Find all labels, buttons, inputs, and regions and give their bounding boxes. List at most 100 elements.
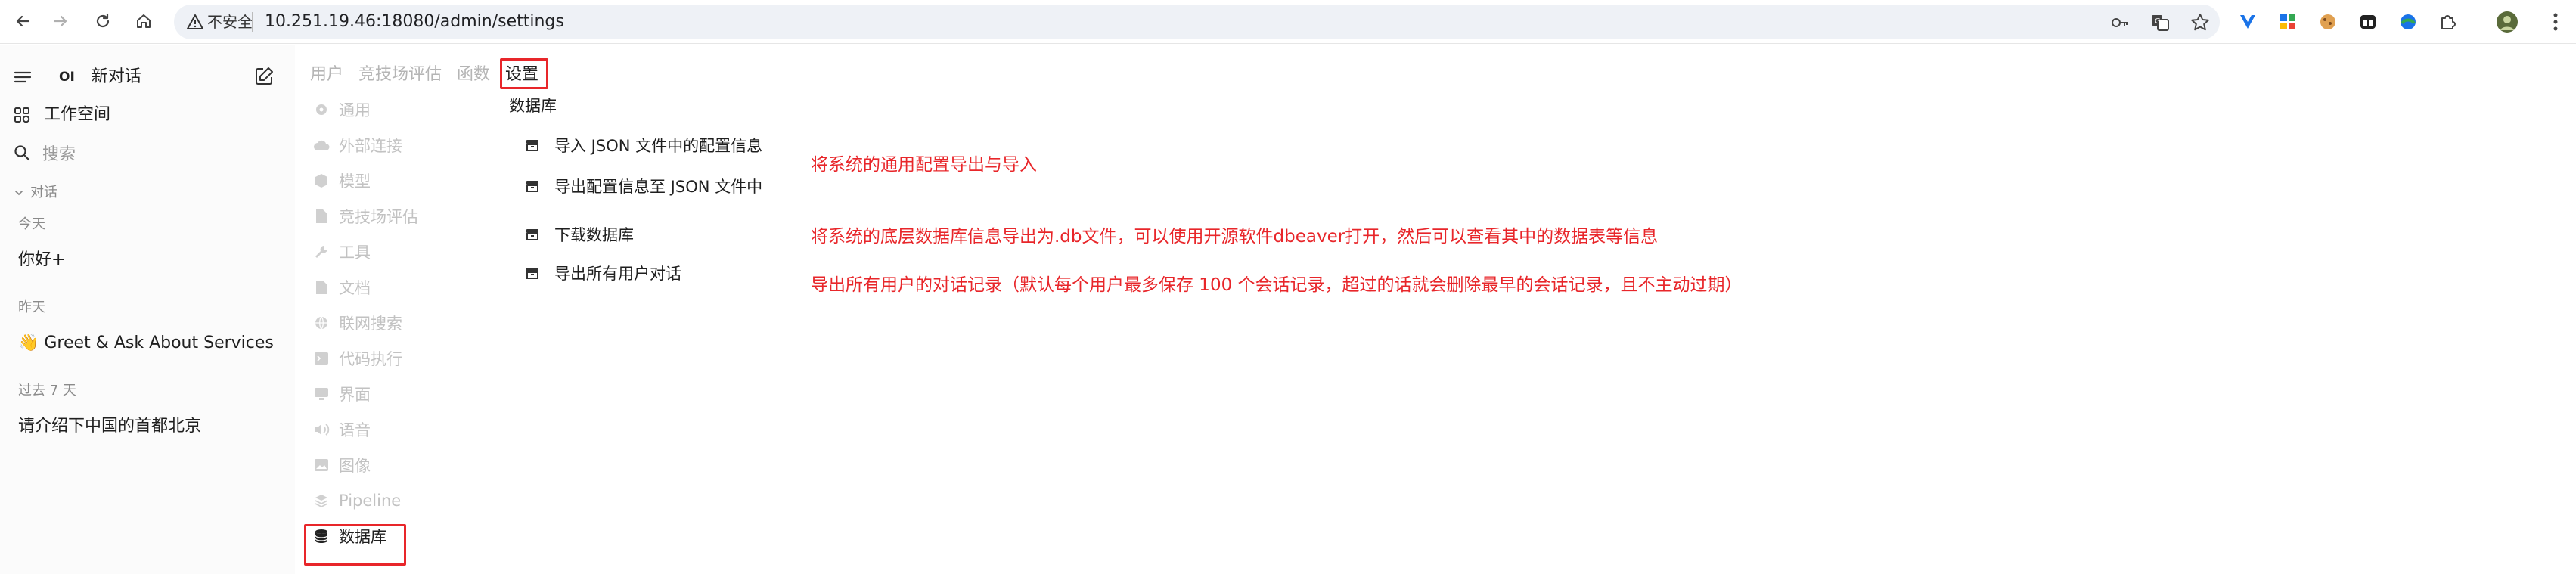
menu-item-label: 图像 bbox=[339, 457, 371, 475]
export-all-chats-button[interactable]: 导出所有用户对话 bbox=[524, 259, 681, 287]
document-icon bbox=[313, 208, 330, 225]
annotation-config: 将系统的通用配置导出与导入 bbox=[811, 155, 1037, 175]
menu-item-label: 模型 bbox=[339, 172, 371, 191]
chat-item[interactable]: 👋 Greet & Ask About Services bbox=[18, 333, 274, 354]
action-label: 下载数据库 bbox=[554, 226, 634, 244]
import-config-button[interactable]: 导入 JSON 文件中的配置信息 bbox=[524, 132, 762, 159]
reload-button[interactable] bbox=[88, 6, 118, 36]
forward-button[interactable] bbox=[45, 6, 76, 36]
browser-toolbar: 不安全 10.251.19.46:18080/admin/settings G bbox=[0, 0, 2576, 44]
image-icon bbox=[313, 457, 330, 473]
archive-icon bbox=[524, 137, 541, 154]
omnibox-separator bbox=[252, 12, 253, 32]
extension-cookie-icon[interactable] bbox=[2317, 11, 2339, 33]
highlight-box-settings-tab bbox=[500, 58, 548, 89]
menu-item-label: 代码执行 bbox=[339, 350, 402, 368]
menu-item-label: Pipeline bbox=[339, 492, 402, 510]
sidebar-search[interactable]: 搜索 bbox=[14, 141, 76, 165]
menu-item-web-search[interactable]: 联网搜索 bbox=[313, 309, 402, 337]
wrench-icon bbox=[313, 244, 330, 260]
extensions-puzzle-icon[interactable] bbox=[2437, 11, 2460, 33]
menu-item-arena-eval[interactable]: 竞技场评估 bbox=[313, 203, 418, 230]
hamburger-menu-icon[interactable] bbox=[14, 70, 32, 85]
chats-section-toggle[interactable]: 对话 bbox=[14, 184, 57, 202]
url-text[interactable]: 10.251.19.46:18080/admin/settings bbox=[265, 12, 564, 32]
logo: OI bbox=[59, 70, 75, 85]
address-bar[interactable]: 不安全 10.251.19.46:18080/admin/settings G bbox=[174, 5, 2220, 39]
download-database-button[interactable]: 下载数据库 bbox=[524, 221, 634, 248]
cube-icon bbox=[313, 172, 330, 189]
translate-icon[interactable]: G bbox=[2150, 13, 2170, 33]
section-title: 数据库 bbox=[509, 97, 557, 115]
cloud-icon bbox=[313, 137, 330, 154]
workspace-label: 工作空间 bbox=[44, 105, 111, 124]
tab-arena-eval[interactable]: 竞技场评估 bbox=[358, 64, 442, 85]
sidebar-item-workspace[interactable]: 工作空间 bbox=[14, 104, 110, 126]
menu-item-label: 外部连接 bbox=[339, 137, 402, 155]
speaker-icon bbox=[313, 421, 330, 438]
menu-item-images[interactable]: 图像 bbox=[313, 451, 371, 479]
action-label: 导入 JSON 文件中的配置信息 bbox=[554, 137, 763, 155]
archive-icon bbox=[524, 178, 541, 194]
search-placeholder: 搜索 bbox=[42, 145, 76, 164]
action-label: 导出所有用户对话 bbox=[554, 265, 681, 283]
edit-icon bbox=[256, 67, 273, 85]
group-label-last-7-days: 过去 7 天 bbox=[18, 383, 76, 399]
new-chat-link[interactable]: 新对话 bbox=[92, 67, 141, 88]
home-button[interactable] bbox=[129, 6, 159, 36]
gear-icon bbox=[313, 101, 330, 118]
document-icon bbox=[313, 279, 330, 296]
chat-item[interactable]: 你好+ bbox=[18, 250, 65, 271]
chats-section-label: 对话 bbox=[30, 185, 57, 200]
extension-grid-icon[interactable] bbox=[2277, 11, 2299, 33]
menu-item-label: 联网搜索 bbox=[339, 315, 402, 333]
chevron-down-icon bbox=[15, 191, 23, 196]
highlight-box-database-menu bbox=[304, 524, 406, 566]
extension-edge-icon[interactable] bbox=[2397, 11, 2419, 33]
profile-avatar-icon[interactable] bbox=[2496, 11, 2519, 33]
extension-v-icon[interactable] bbox=[2236, 11, 2259, 33]
reload-icon bbox=[96, 13, 110, 28]
tab-functions[interactable]: 函数 bbox=[457, 64, 490, 85]
menu-item-label: 文档 bbox=[339, 279, 371, 297]
home-icon bbox=[137, 14, 151, 28]
menu-item-general[interactable]: 通用 bbox=[313, 96, 371, 123]
group-label-today: 今天 bbox=[18, 216, 45, 232]
password-key-icon[interactable] bbox=[2110, 13, 2130, 33]
back-button[interactable] bbox=[8, 6, 38, 36]
menu-item-label: 语音 bbox=[339, 421, 371, 439]
browser-menu-icon[interactable] bbox=[2544, 11, 2567, 33]
monitor-icon bbox=[313, 386, 330, 402]
archive-icon bbox=[524, 226, 541, 243]
sidebar: OI 新对话 工作空间 搜索 对话 今天 你好+ 昨天 👋 Greet & As… bbox=[0, 45, 295, 574]
menu-item-label: 通用 bbox=[339, 101, 371, 119]
chat-item[interactable]: 请介绍下中国的首都北京 bbox=[18, 416, 201, 437]
bookmark-star-icon[interactable] bbox=[2190, 13, 2210, 33]
menu-item-label: 工具 bbox=[339, 244, 371, 262]
action-label: 导出配置信息至 JSON 文件中 bbox=[554, 178, 763, 196]
menu-item-documents[interactable]: 文档 bbox=[313, 274, 371, 301]
export-config-button[interactable]: 导出配置信息至 JSON 文件中 bbox=[524, 172, 762, 200]
menu-item-audio[interactable]: 语音 bbox=[313, 416, 371, 443]
menu-item-code-execution[interactable]: 代码执行 bbox=[313, 345, 402, 372]
svg-text:G: G bbox=[2155, 17, 2161, 26]
menu-item-tools[interactable]: 工具 bbox=[313, 238, 371, 265]
arrow-left-icon bbox=[16, 15, 30, 27]
terminal-icon bbox=[313, 350, 330, 367]
globe-icon bbox=[313, 315, 330, 331]
security-label[interactable]: 不安全 bbox=[207, 13, 253, 31]
search-icon bbox=[14, 145, 30, 161]
extension-app-icon[interactable] bbox=[2357, 11, 2379, 33]
archive-icon bbox=[524, 265, 541, 281]
new-chat-button[interactable] bbox=[253, 66, 275, 90]
menu-item-interface[interactable]: 界面 bbox=[313, 380, 371, 408]
menu-item-pipeline[interactable]: Pipeline bbox=[313, 487, 401, 514]
group-label-yesterday: 昨天 bbox=[18, 299, 45, 315]
menu-item-label: 竞技场评估 bbox=[339, 208, 418, 226]
annotation-chats: 导出所有用户的对话记录（默认每个用户最多保存 100 个会话记录，超过的话就会删… bbox=[811, 275, 1743, 295]
sidebar-header: OI 新对话 bbox=[14, 67, 141, 88]
workspace-grid-icon bbox=[14, 107, 30, 123]
tab-users[interactable]: 用户 bbox=[310, 64, 343, 85]
menu-item-models[interactable]: 模型 bbox=[313, 167, 371, 194]
menu-item-connections[interactable]: 外部连接 bbox=[313, 132, 402, 159]
